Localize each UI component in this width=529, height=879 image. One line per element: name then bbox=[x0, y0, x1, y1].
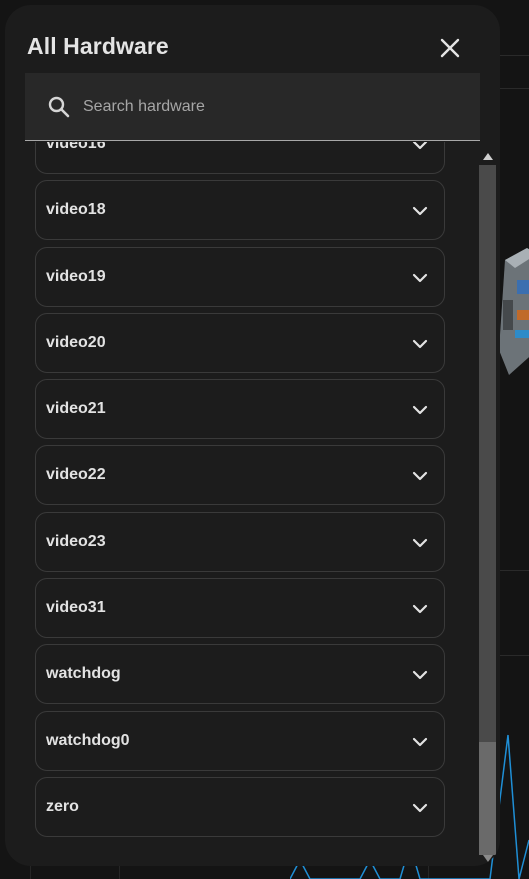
hardware-item[interactable]: watchdog bbox=[35, 644, 445, 705]
chevron-down-icon[interactable] bbox=[412, 601, 428, 617]
search-icon bbox=[48, 96, 70, 118]
scroll-up-button[interactable] bbox=[479, 149, 496, 163]
background-divider bbox=[497, 55, 529, 56]
hardware-item-label: video20 bbox=[46, 333, 106, 351]
hardware-list-items: video16 video18 video19 video20 video21 video… bbox=[35, 142, 447, 843]
hardware-item-label: video23 bbox=[46, 532, 106, 550]
hardware-item-label: watchdog bbox=[46, 665, 121, 683]
hardware-item[interactable]: video22 bbox=[35, 445, 445, 506]
hardware-item[interactable]: video31 bbox=[35, 578, 445, 639]
arrow-up-icon bbox=[482, 152, 493, 160]
background-divider bbox=[497, 88, 529, 89]
hardware-item[interactable]: video16 bbox=[35, 142, 445, 174]
search-input[interactable] bbox=[83, 93, 463, 121]
hardware-item-label: video22 bbox=[46, 466, 106, 484]
hardware-item-label: video18 bbox=[46, 201, 106, 219]
hardware-item[interactable]: video19 bbox=[35, 246, 445, 307]
hardware-item-label: video21 bbox=[46, 400, 106, 418]
background-divider bbox=[497, 655, 529, 656]
all-hardware-dialog: All Hardware video16 video18 video19 video2… bbox=[5, 5, 500, 866]
chevron-down-icon[interactable] bbox=[412, 270, 428, 286]
chevron-down-icon[interactable] bbox=[412, 336, 428, 352]
chevron-down-icon[interactable] bbox=[412, 203, 428, 219]
hardware-item[interactable]: video18 bbox=[35, 180, 445, 241]
scrollbar[interactable] bbox=[477, 145, 498, 866]
hardware-item-label: video16 bbox=[46, 142, 106, 152]
chevron-down-icon[interactable] bbox=[412, 468, 428, 484]
hardware-item-label: zero bbox=[46, 797, 79, 815]
chevron-down-icon[interactable] bbox=[412, 402, 428, 418]
device-illustration bbox=[499, 248, 529, 375]
hardware-list: video16 video18 video19 video20 video21 video… bbox=[5, 142, 477, 866]
background-divider bbox=[497, 570, 529, 571]
dialog-title: All Hardware bbox=[27, 33, 169, 59]
chevron-down-icon[interactable] bbox=[412, 142, 428, 153]
chevron-down-icon[interactable] bbox=[412, 734, 428, 750]
arrow-down-icon bbox=[482, 854, 493, 862]
hardware-item-label: watchdog0 bbox=[46, 731, 130, 749]
close-icon bbox=[440, 38, 460, 58]
scrollbar-thumb[interactable] bbox=[479, 742, 496, 855]
hardware-item[interactable]: zero bbox=[35, 776, 445, 837]
chevron-down-icon[interactable] bbox=[412, 535, 428, 551]
background-gridline bbox=[119, 866, 120, 879]
chevron-down-icon[interactable] bbox=[412, 667, 428, 683]
hardware-item[interactable]: video23 bbox=[35, 511, 445, 572]
hardware-item[interactable]: watchdog0 bbox=[35, 710, 445, 771]
search-field[interactable] bbox=[25, 73, 480, 141]
scroll-down-button[interactable] bbox=[479, 851, 496, 865]
close-button[interactable] bbox=[435, 33, 465, 63]
hardware-item[interactable]: video21 bbox=[35, 379, 445, 440]
chevron-down-icon[interactable] bbox=[412, 800, 428, 816]
hardware-item-label: video31 bbox=[46, 599, 106, 617]
background-gridline bbox=[30, 866, 31, 879]
hardware-item[interactable]: video20 bbox=[35, 312, 445, 373]
hardware-item-label: video19 bbox=[46, 267, 106, 285]
